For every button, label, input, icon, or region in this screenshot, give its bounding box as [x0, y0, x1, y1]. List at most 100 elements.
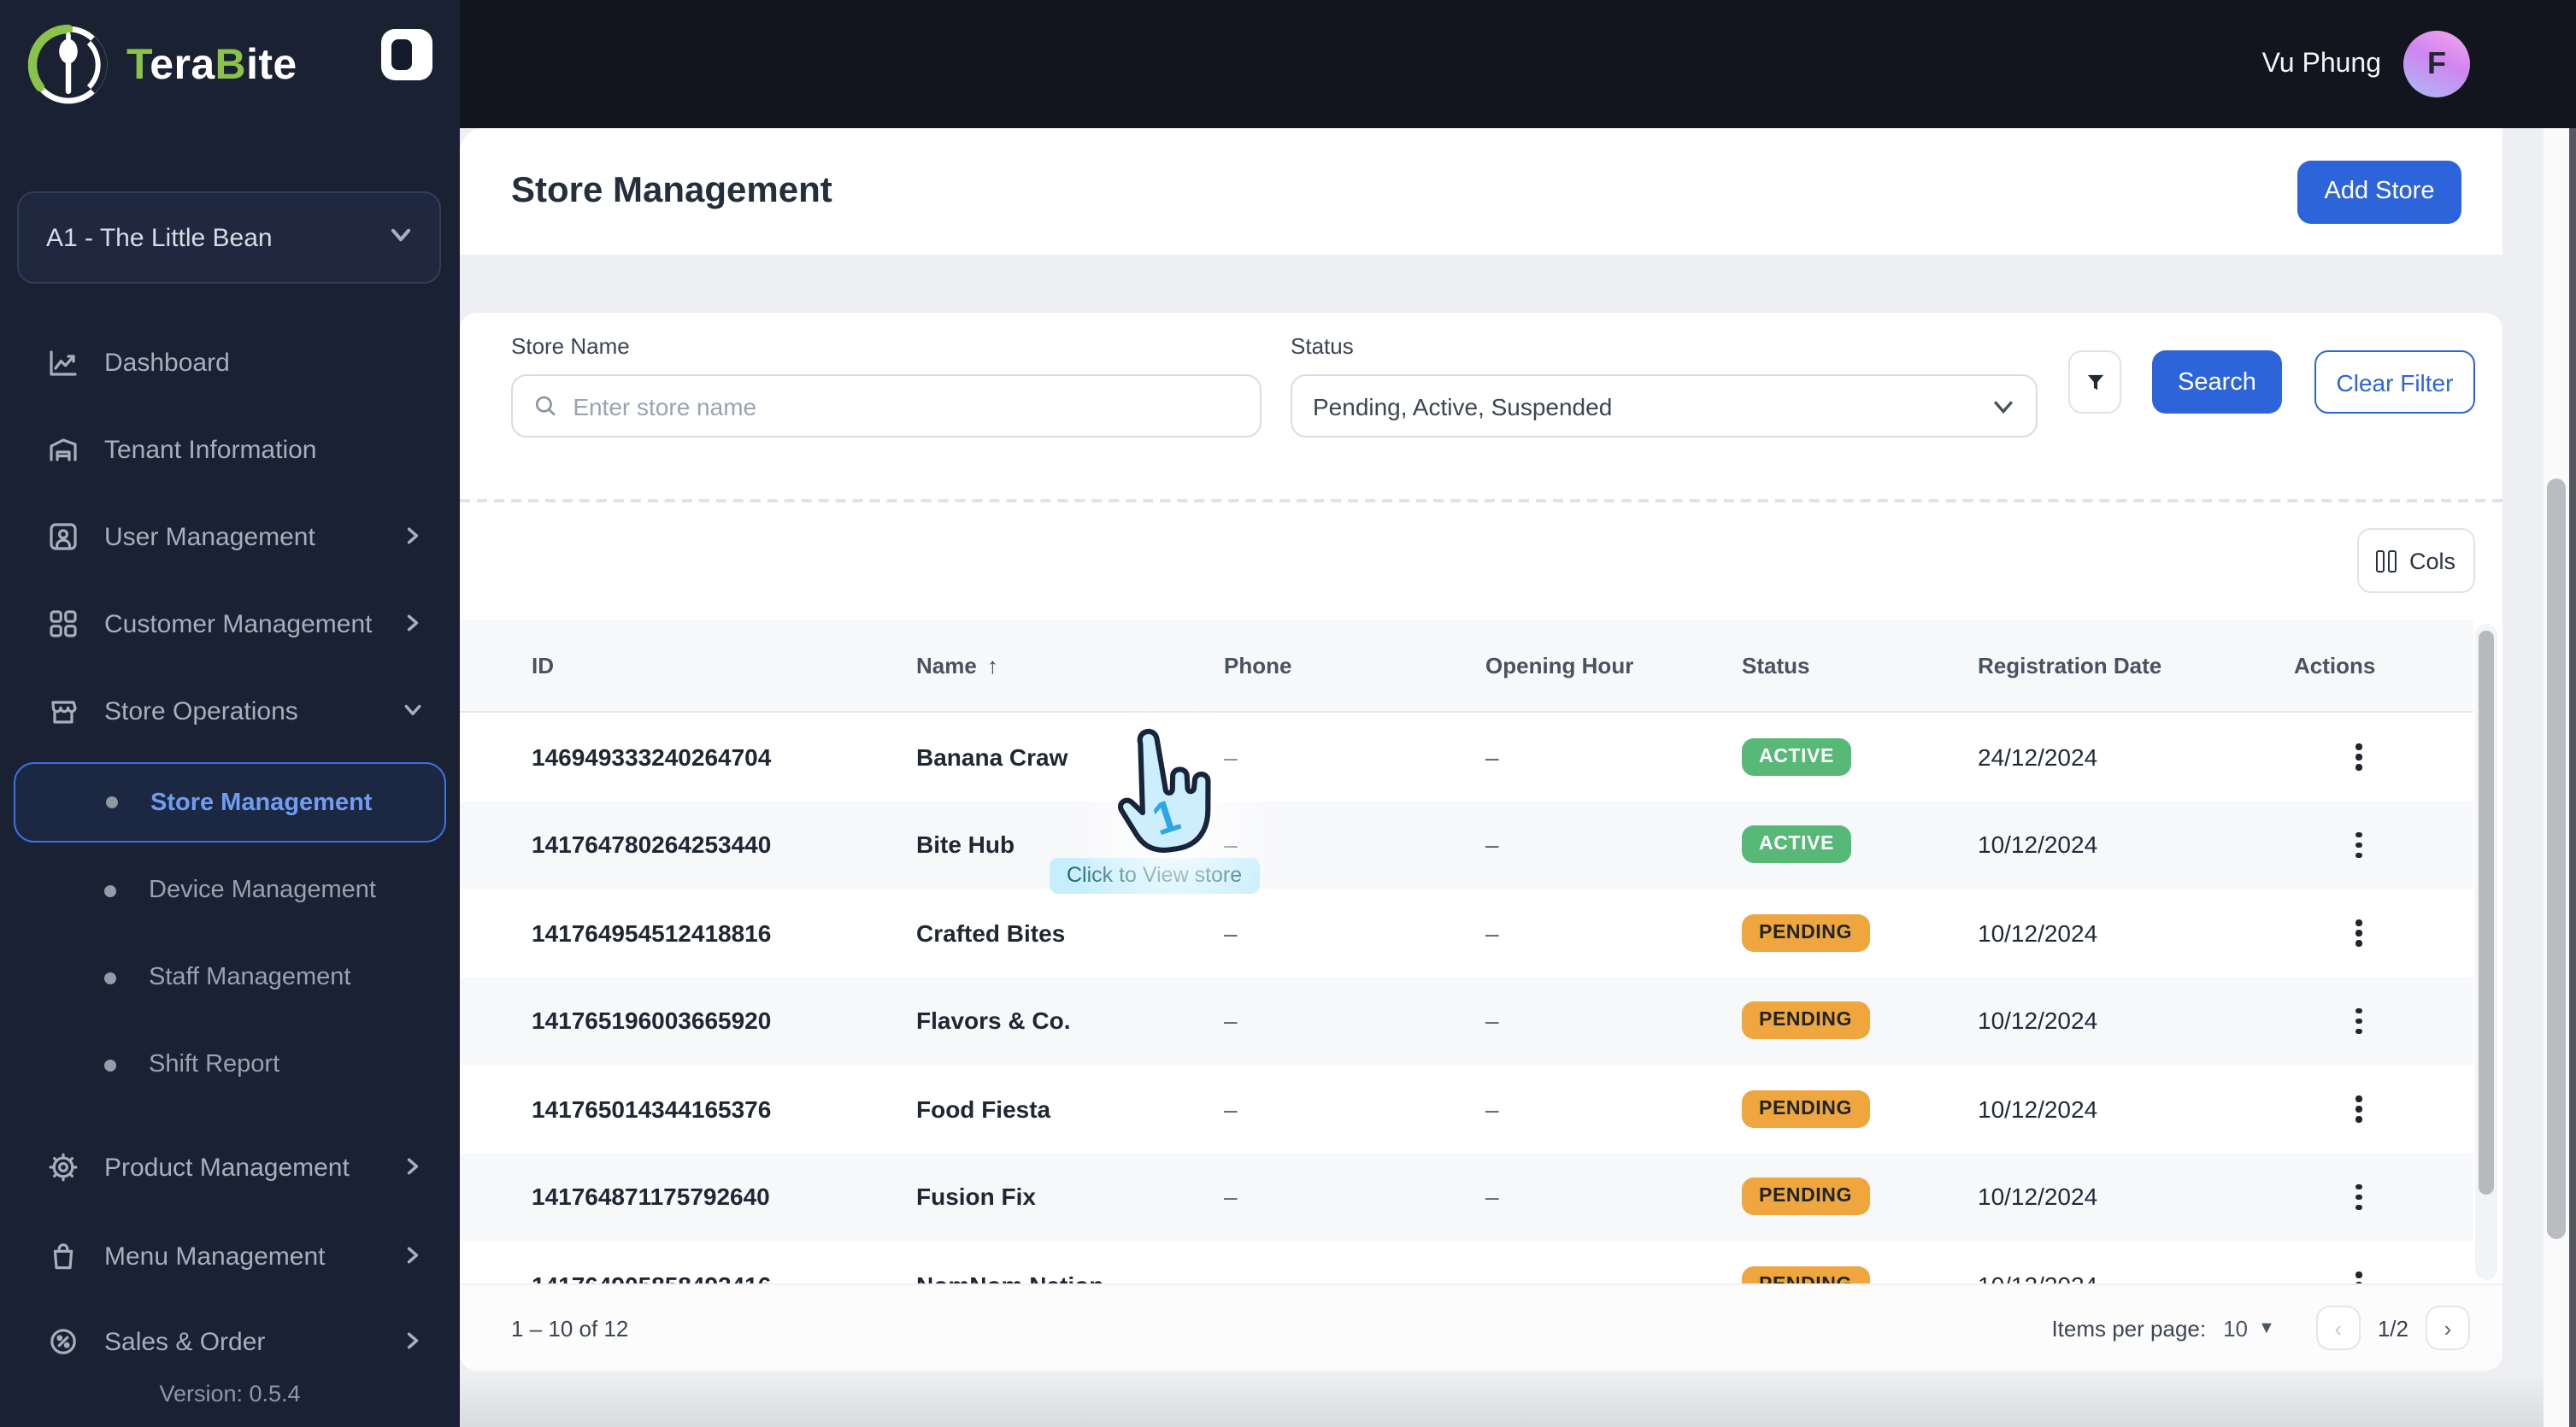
row-actions-menu-button[interactable] — [2345, 1271, 2373, 1283]
column-header-phone[interactable]: Phone — [1203, 653, 1465, 678]
table-scrollbar[interactable] — [2475, 624, 2497, 1280]
row-actions-menu-button[interactable] — [2345, 743, 2373, 770]
page-bottom-fade — [460, 1371, 2544, 1427]
panel-collapse-icon — [391, 39, 412, 70]
status-select[interactable]: Pending, Active, Suspended — [1291, 374, 2038, 437]
table-row[interactable]: 141765014344165376 Food Fiesta – – PENDI… — [460, 1065, 2473, 1153]
gear-icon — [49, 1153, 78, 1182]
status-badge: PENDING — [1742, 913, 1869, 952]
table-row[interactable]: 141764905858492416 NomNom Nation – – PEN… — [460, 1241, 2473, 1283]
cell-opening-hour: – — [1465, 1271, 1721, 1284]
cell-registration-date: 10/12/2024 — [1978, 1095, 2098, 1123]
cell-phone: – — [1224, 919, 1238, 947]
column-header-name[interactable]: Name ↑ — [896, 653, 1203, 678]
user-menu[interactable]: Vu Phung F — [2262, 0, 2470, 128]
status-badge: PENDING — [1742, 1001, 1869, 1040]
cell-id: 141764871175792640 — [532, 1183, 770, 1211]
table-scrollbar-thumb[interactable] — [2479, 631, 2494, 1195]
cell-phone: – — [1224, 831, 1238, 859]
previous-page-button[interactable]: ‹ — [2315, 1306, 2361, 1350]
view-store-tooltip: Click to View store — [1050, 858, 1260, 894]
chevron-right-icon — [403, 522, 422, 551]
search-icon — [535, 396, 556, 416]
storefront-icon — [51, 701, 77, 724]
column-header-opening-hour[interactable]: Opening Hour — [1465, 653, 1721, 678]
store-selector-dropdown[interactable]: A1 - The Little Bean — [17, 191, 441, 284]
sidebar-item-dashboard[interactable]: Dashboard — [14, 328, 446, 396]
sidebar-subitem-staff-management[interactable]: Staff Management — [14, 943, 446, 1012]
add-store-button[interactable]: Add Store — [2297, 160, 2461, 223]
table-row[interactable]: 141764954512418816 Crafted Bites – – PEN… — [460, 889, 2473, 977]
page-header: Store Management Add Store — [460, 128, 2502, 255]
columns-icon — [2376, 549, 2397, 572]
column-header-status[interactable]: Status — [1721, 653, 1957, 678]
next-page-button[interactable]: › — [2426, 1306, 2470, 1350]
table-row[interactable]: 141764871175792640 Fusion Fix – – PENDIN… — [460, 1153, 2473, 1241]
cell-name: Flavors & Co. — [916, 1007, 1071, 1035]
grid-icon — [50, 610, 77, 637]
cell-phone: – — [1224, 1183, 1238, 1211]
cell-phone: – — [1224, 743, 1238, 771]
cell-id: 141765196003665920 — [532, 1007, 772, 1035]
badge-percent-icon — [50, 1329, 76, 1354]
pagination-range: 1 – 10 of 12 — [511, 1315, 629, 1341]
building-icon — [50, 438, 77, 461]
column-header-id[interactable]: ID — [511, 653, 896, 678]
chart-line-icon — [50, 350, 77, 376]
sidebar-item-label: Store Operations — [104, 696, 298, 725]
search-button[interactable]: Search — [2152, 350, 2282, 414]
table-row[interactable]: 141765196003665920 Flavors & Co. – – PEN… — [460, 977, 2473, 1065]
sidebar-collapse-button[interactable] — [381, 29, 432, 80]
sidebar-subitem-label: Store Management — [150, 789, 373, 816]
sidebar-item-label: User Management — [104, 522, 315, 551]
cell-registration-date: 10/12/2024 — [1978, 831, 2098, 859]
cell-registration-date: 10/12/2024 — [1978, 1183, 2098, 1211]
cell-name: Bite Hub — [916, 831, 1015, 859]
store-selector-value: A1 - The Little Bean — [46, 223, 273, 252]
sidebar-subitem-label: Staff Management — [149, 964, 351, 991]
funnel-icon — [2086, 373, 2103, 390]
columns-button[interactable]: Cols — [2357, 528, 2475, 593]
row-actions-menu-button[interactable] — [2345, 1183, 2373, 1210]
filter-button[interactable] — [2068, 350, 2121, 414]
sidebar-item-sales-and-order[interactable]: Sales & Order — [14, 1307, 446, 1376]
page-scrollbar-thumb[interactable] — [2547, 479, 2566, 1239]
table-row[interactable]: 141764780264253440 Bite Hub – – ACTIVE 1… — [460, 801, 2473, 889]
row-actions-menu-button[interactable] — [2345, 831, 2373, 858]
status-label: Status — [1291, 333, 1354, 359]
avatar[interactable]: F — [2403, 31, 2470, 97]
page-indicator: 1/2 — [2377, 1315, 2408, 1341]
column-header-registration-date[interactable]: Registration Date — [1957, 653, 2273, 678]
cell-name: NomNom Nation — [896, 1271, 1203, 1284]
sidebar-subitem-shift-report[interactable]: Shift Report — [14, 1031, 446, 1099]
store-name-field — [511, 374, 1262, 437]
sidebar-item-label: Sales & Order — [104, 1327, 266, 1356]
items-per-page-select[interactable]: 10 ▼ — [2223, 1315, 2275, 1341]
row-actions-menu-button[interactable] — [2345, 1095, 2373, 1122]
table-row[interactable]: 146949333240264704 Banana Craw – – ACTIV… — [460, 713, 2473, 801]
row-actions-menu-button[interactable] — [2345, 1007, 2373, 1034]
cell-name: Crafted Bites — [916, 919, 1066, 947]
cell-opening-hour: – — [1485, 1183, 1499, 1211]
sidebar-subitem-device-management[interactable]: Device Management — [14, 856, 446, 925]
table-body: 146949333240264704 Banana Craw – – ACTIV… — [460, 713, 2473, 1283]
cell-phone: – — [1224, 1007, 1238, 1035]
sidebar-item-tenant-information[interactable]: Tenant Information — [14, 415, 446, 484]
main-content: Store Management Add Store Store Name En… — [460, 128, 2576, 1427]
shopping-bag-icon — [53, 1243, 74, 1270]
sidebar-item-menu-management[interactable]: Menu Management — [14, 1222, 446, 1290]
section-divider — [460, 499, 2502, 502]
sidebar-item-store-operations[interactable]: Store Operations — [14, 677, 446, 745]
chevron-down-icon — [1993, 400, 2014, 414]
clear-filter-button[interactable]: Clear Filter — [2314, 350, 2475, 414]
store-name-label: Store Name — [511, 333, 630, 359]
store-name-input[interactable] — [573, 392, 1239, 420]
sidebar-item-user-management[interactable]: User Management — [14, 502, 446, 571]
sidebar-item-product-management[interactable]: Product Management — [14, 1133, 446, 1201]
sidebar-item-customer-management[interactable]: Customer Management — [14, 590, 446, 658]
bullet-icon — [104, 1059, 116, 1071]
row-actions-menu-button[interactable] — [2345, 919, 2373, 946]
brand-logo: TeraBite — [22, 19, 297, 111]
sidebar-subitem-store-management[interactable]: Store Management — [14, 762, 446, 843]
sidebar-item-label: Product Management — [104, 1153, 350, 1182]
